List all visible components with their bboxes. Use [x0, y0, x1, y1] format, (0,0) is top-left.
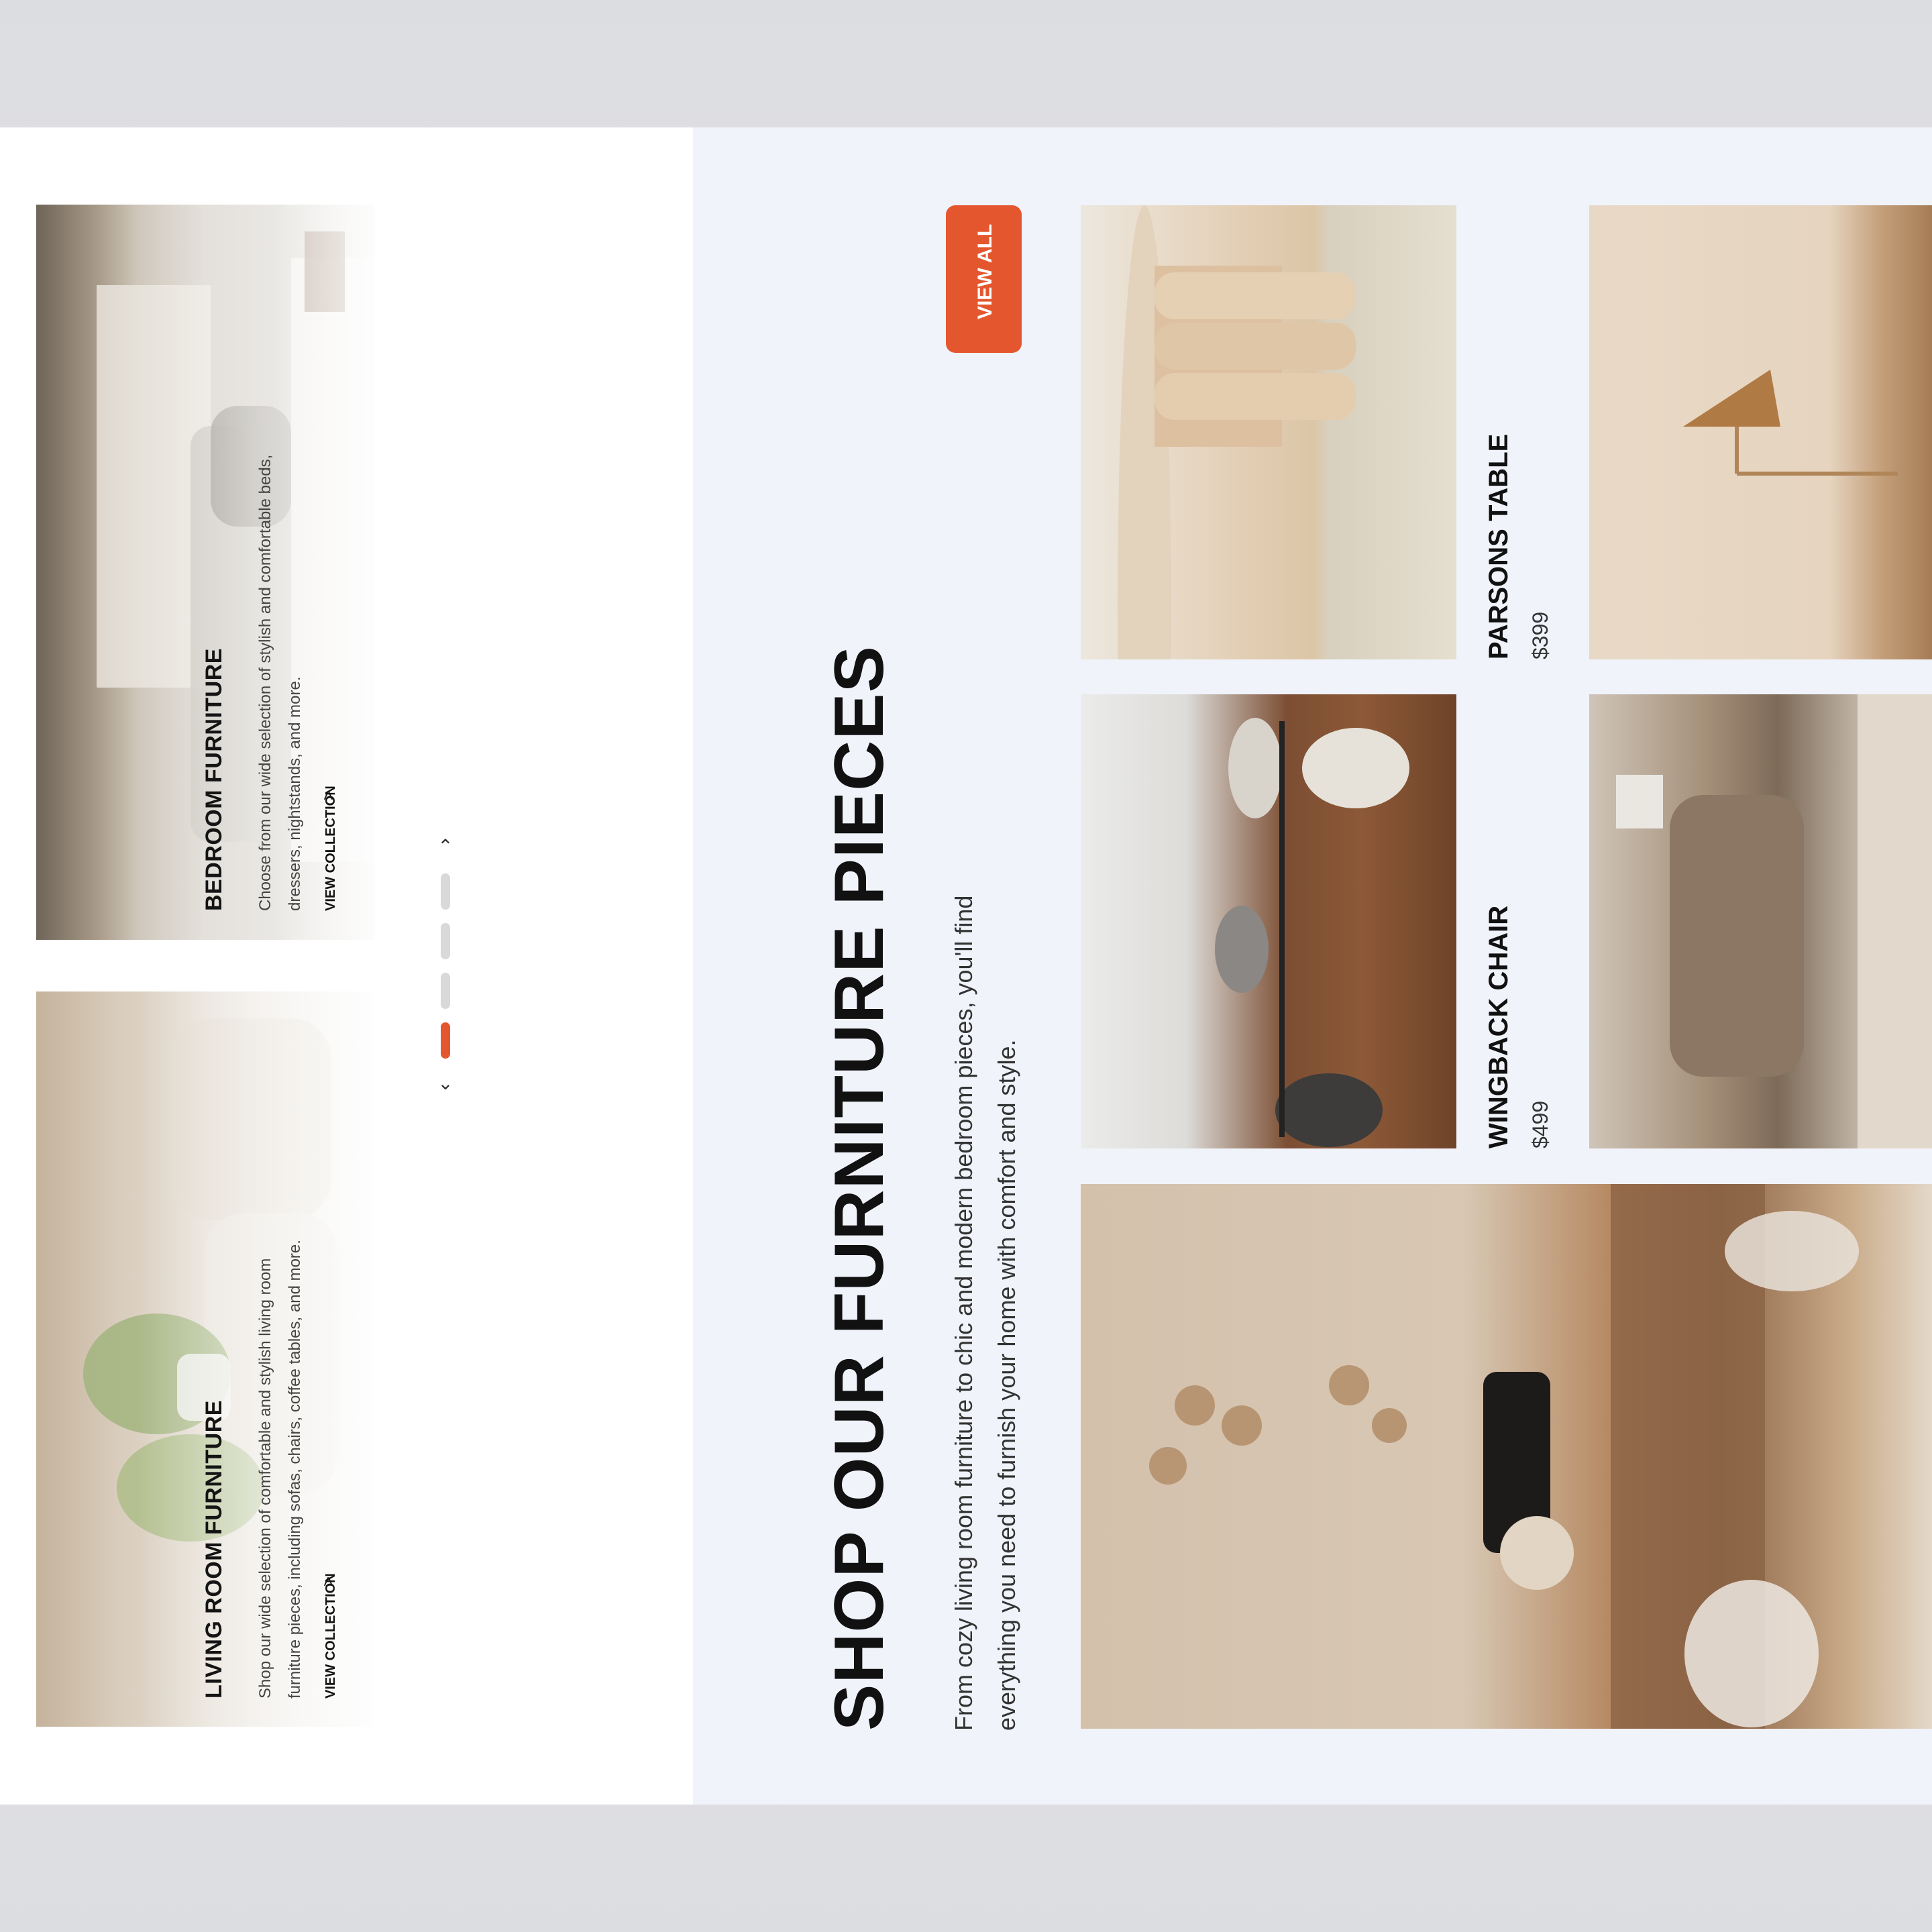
chevron-down-icon[interactable]: ⌄: [435, 1072, 455, 1094]
product-price-parsons-table: $399: [1528, 611, 1552, 659]
chevron-right-icon[interactable]: >: [318, 1576, 339, 1587]
slider-dot[interactable]: [441, 923, 450, 959]
chevron-right-icon[interactable]: >: [318, 790, 339, 800]
section-intro: From cozy living room furniture to chic …: [950, 895, 1020, 1731]
section-heading: SHOP OUR FURNITURE PIECES: [820, 645, 898, 1731]
bedroom-collection-title: BEDROOM FURNITURE: [201, 648, 227, 911]
bedroom-set-photo: [1616, 694, 1932, 1148]
wingback-chair-photo: [1215, 718, 1409, 1147]
slider-dot[interactable]: [441, 973, 450, 1009]
product-name-parsons-table[interactable]: PARSONS TABLE: [1484, 434, 1514, 659]
slider-dot[interactable]: [441, 873, 450, 910]
chevron-up-icon[interactable]: ⌃: [435, 835, 455, 857]
parsons-table-photo: [1118, 205, 1356, 659]
parsons-table-image[interactable]: [1081, 205, 1456, 659]
product-price-wingback-chair: $499: [1528, 1100, 1552, 1148]
living-room-collection-title: LIVING ROOM FURNITURE: [201, 1400, 227, 1699]
bedroom-set-image[interactable]: [1589, 694, 1932, 1148]
bedroom-view-collection-link[interactable]: VIEW COLLECTION: [323, 786, 339, 911]
slider-dot-active[interactable]: [441, 1022, 450, 1059]
featured-interior-photo: [1149, 1184, 1859, 1729]
product-name-wingback-chair[interactable]: WINGBACK CHAIR: [1484, 906, 1514, 1148]
wingback-chair-image[interactable]: [1081, 694, 1456, 1148]
view-all-label: VIEW ALL: [974, 223, 996, 319]
living-room-view-collection-link[interactable]: VIEW COLLECTION: [323, 1573, 339, 1699]
floor-lamp-image[interactable]: [1589, 205, 1932, 659]
floor-lamp-photo: [1683, 370, 1898, 476]
bedroom-collection-description: Choose from our wide selection of stylis…: [256, 454, 304, 911]
featured-interior-image[interactable]: [1081, 1184, 1932, 1729]
living-room-collection-description: Shop our wide selection of comfortable a…: [256, 1240, 304, 1699]
view-all-button[interactable]: VIEW ALL: [946, 205, 1022, 353]
